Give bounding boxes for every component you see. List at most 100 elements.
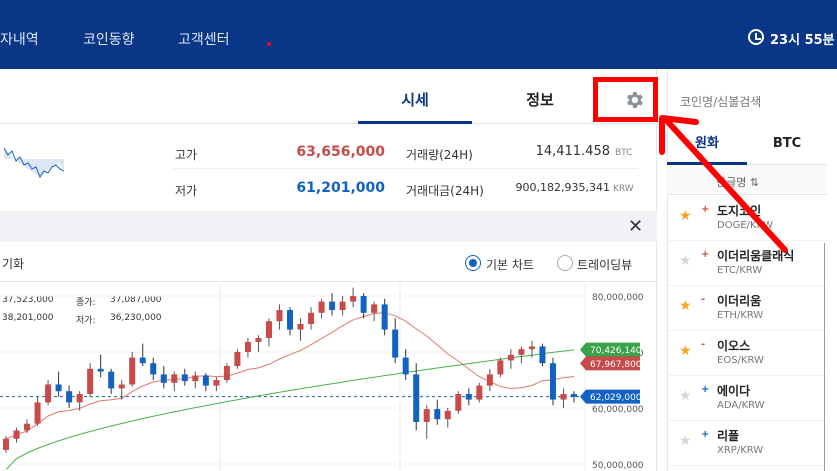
coin-row[interactable]: ★ + 에이다 ADA/KRW bbox=[667, 376, 827, 421]
tab-market-price[interactable]: 시세 bbox=[358, 69, 472, 124]
candle-body bbox=[213, 380, 220, 386]
candle-body bbox=[486, 374, 493, 386]
chart-header-bar bbox=[0, 211, 657, 242]
trade-amount-label: 거래대금(24H) bbox=[406, 184, 484, 198]
candle-body bbox=[528, 346, 535, 350]
candle-body bbox=[497, 360, 504, 375]
candle-body bbox=[129, 357, 136, 385]
basic-chart-label[interactable]: 기본 차트 bbox=[486, 256, 534, 273]
candle-body bbox=[234, 352, 241, 366]
candles bbox=[3, 287, 577, 453]
candle-body bbox=[24, 423, 31, 431]
candle-body bbox=[255, 338, 262, 342]
volume-value: 14,411.458 bbox=[535, 144, 610, 159]
trend-indicator-icon: + bbox=[701, 384, 710, 395]
volume-label: 거래량(24H) bbox=[406, 148, 473, 162]
candle-body bbox=[549, 363, 556, 400]
trend-indicator-icon: - bbox=[701, 294, 706, 305]
candle-body bbox=[381, 304, 388, 330]
candle-body bbox=[413, 374, 420, 422]
candle-body bbox=[465, 394, 472, 400]
trend-indicator-icon: + bbox=[701, 429, 710, 440]
volume-unit: BTC bbox=[615, 148, 633, 158]
candle-body bbox=[118, 384, 125, 389]
tradingview-radio[interactable] bbox=[557, 255, 573, 271]
candle-body bbox=[45, 384, 52, 403]
candle-body bbox=[202, 375, 209, 386]
candle-body bbox=[97, 368, 104, 372]
candle-body bbox=[539, 346, 546, 364]
candle-body bbox=[244, 341, 251, 352]
favorite-star-icon[interactable]: ★ bbox=[679, 299, 692, 313]
candle-body bbox=[571, 394, 577, 397]
candle-body bbox=[55, 384, 62, 392]
candle-body bbox=[265, 321, 272, 338]
coin-name: 리플 bbox=[717, 429, 740, 443]
candle-body bbox=[350, 296, 357, 302]
candle-body bbox=[160, 374, 167, 383]
candle-body bbox=[34, 402, 41, 424]
candle-body bbox=[371, 304, 378, 313]
candle-body bbox=[192, 375, 199, 382]
candle-body bbox=[444, 410, 451, 420]
high-price-label: 고가 bbox=[175, 148, 198, 162]
candle-body bbox=[13, 430, 20, 439]
coin-symbol: ETH/KRW bbox=[717, 310, 764, 321]
coin-name: 이더리움 bbox=[717, 294, 762, 308]
low-price-value: 61,201,000 bbox=[296, 180, 385, 196]
price-tag-label: 70,426,140 bbox=[590, 346, 642, 356]
favorite-star-icon[interactable]: ★ bbox=[679, 344, 692, 358]
trend-indicator-icon: - bbox=[701, 339, 706, 350]
candle-body bbox=[318, 301, 325, 313]
candle-body bbox=[455, 394, 462, 411]
price-tags: 70,426,140 67,967,800 62,029,000 bbox=[580, 342, 642, 404]
candle-body bbox=[87, 368, 94, 394]
candle-body bbox=[108, 371, 115, 389]
trade-amount-value: 900,182,935,341 bbox=[515, 181, 610, 194]
basic-chart-radio[interactable] bbox=[465, 255, 481, 271]
candlestick-chart[interactable]: 80,000,00070,000,00060,000,00050,000,000… bbox=[0, 283, 657, 471]
candle-body bbox=[171, 374, 178, 383]
price-axis: 80,000,00070,000,00060,000,00050,000,000 bbox=[592, 293, 644, 471]
notification-dot bbox=[267, 42, 271, 46]
candle-body bbox=[3, 438, 9, 450]
nav-item-coin-trends[interactable]: 코인동향 bbox=[83, 29, 135, 49]
nav-item-customer-center[interactable]: 고객센터 bbox=[178, 29, 230, 49]
coin-row[interactable]: ★ - 이오스 EOS/KRW bbox=[667, 331, 827, 376]
trade-amount-unit: KRW bbox=[613, 184, 634, 194]
coin-row[interactable]: ★ + 리플 XRP/KRW bbox=[667, 421, 827, 466]
tab-info[interactable]: 정보 bbox=[480, 69, 600, 124]
top-navigation-bar: 자내역 코인동향 고객센터 23시 55분 bbox=[0, 0, 837, 69]
coin-row[interactable]: ★ - 이더리움 ETH/KRW bbox=[667, 286, 827, 331]
detail-tabs: 시세 정보 bbox=[0, 69, 658, 124]
clock-icon bbox=[748, 29, 764, 45]
candle-body bbox=[329, 301, 336, 310]
annotation-arrow bbox=[659, 115, 788, 253]
candle-body bbox=[560, 394, 567, 400]
low-price-label: 저가 bbox=[175, 184, 198, 198]
favorite-star-icon[interactable]: ★ bbox=[679, 434, 692, 448]
coin-symbol: XRP/KRW bbox=[717, 445, 764, 456]
candle-body bbox=[66, 391, 73, 403]
y-axis-tick-label: 80,000,000 bbox=[592, 293, 644, 303]
high-price-value: 63,656,000 bbox=[296, 144, 385, 160]
candle-body bbox=[518, 349, 525, 355]
candle-body bbox=[507, 354, 514, 361]
favorite-star-icon[interactable]: ★ bbox=[679, 389, 692, 403]
candle-body bbox=[392, 329, 399, 358]
candle-body bbox=[181, 374, 188, 382]
nav-item-transactions[interactable]: 자내역 bbox=[0, 29, 39, 49]
y-axis-tick-label: 50,000,000 bbox=[592, 461, 644, 471]
candle-body bbox=[76, 394, 83, 403]
candle-body bbox=[402, 357, 409, 375]
candle-body bbox=[287, 310, 293, 330]
candle-body bbox=[423, 409, 430, 422]
candle-body bbox=[339, 301, 346, 310]
candle-body bbox=[476, 385, 483, 400]
candle-body bbox=[223, 366, 230, 380]
coin-symbol: EOS/KRW bbox=[717, 355, 764, 366]
tradingview-label[interactable]: 트레이딩뷰 bbox=[577, 256, 632, 273]
scrollbar[interactable] bbox=[824, 243, 837, 471]
toolbar-period-label[interactable]: 기화 bbox=[2, 255, 24, 272]
candle-body bbox=[360, 296, 367, 313]
